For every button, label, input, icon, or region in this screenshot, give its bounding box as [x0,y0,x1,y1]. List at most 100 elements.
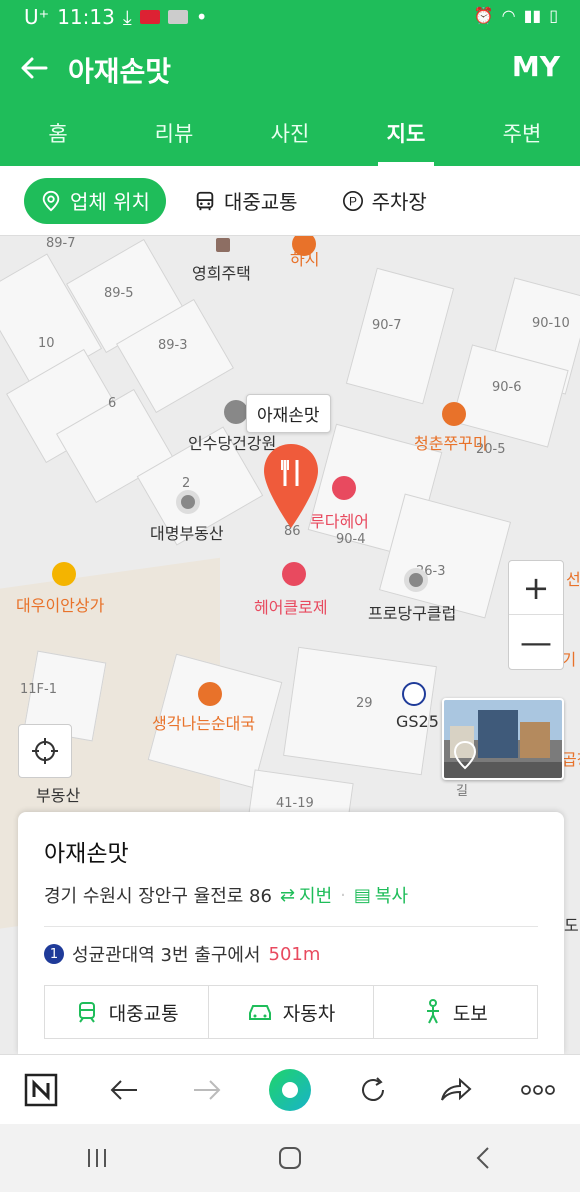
transit-chip-label: 대중교통 [223,190,298,214]
swap-icon: ⇄ [279,884,296,906]
crosshair-icon [32,738,58,764]
poi-edge[interactable]: 곱창 [562,746,580,770]
route-car-button[interactable]: 자동차 [208,986,372,1038]
refresh-icon [361,1076,384,1101]
locate-me-button[interactable] [18,724,72,778]
forward-arrow-icon [194,1079,221,1100]
app-notification-icon [139,10,160,24]
poi-daewooi[interactable]: 대우이안상가 [16,592,104,616]
address-text: 경기 수원시 장안구 율전로 86 [44,886,272,907]
app-notification-icon [167,10,188,24]
app-header: 아재손맛 MY [0,34,580,102]
route-buttons: 대중교통 자동차 도보 [44,985,538,1039]
share-icon [440,1077,472,1101]
gs25-poi-icon [402,682,426,706]
back-arrow-icon[interactable] [18,52,50,84]
carrier-label: U⁺ [24,5,50,29]
parking-icon: P [342,190,363,211]
walk-icon [426,999,439,1024]
poi-edge[interactable]: 도 [564,912,579,936]
lot-label: 89-7 [46,236,76,251]
browser-back-button[interactable] [100,1066,148,1114]
tab-review[interactable]: 리뷰 [116,102,232,166]
poi-busan[interactable]: 부동산 [36,782,80,806]
poi-gs25[interactable]: GS25 [396,712,439,731]
street-view-pin-icon [453,740,477,770]
more-menu-button[interactable] [514,1066,562,1114]
map-building [283,646,437,776]
naver-home-button[interactable] [17,1066,65,1114]
route-walk-button[interactable]: 도보 [372,986,537,1038]
poi-saenggak[interactable]: 생각나는순대국 [152,710,255,734]
lot-label: 41-19 [276,796,314,811]
subway-text: 성균관대역 3번 출구에서 [72,945,261,966]
wifi-icon: ◠ [501,6,516,25]
location-chip[interactable]: 업체 위치 [24,177,166,224]
street-view-thumbnail[interactable] [442,698,564,780]
parking-chip-label: 주차장 [371,190,427,214]
system-back-button[interactable] [453,1128,513,1188]
poi-pro-dang[interactable]: 프로당구클럽 [368,600,456,624]
copy-address-button[interactable]: ▤ 복사 [354,882,408,908]
tab-home[interactable]: 홈 [0,102,116,166]
transit-chip[interactable]: 대중교통 [178,178,314,224]
lot-label: 29 [356,696,373,711]
zoom-in-button[interactable]: + [509,561,563,615]
billiards-poi-icon [404,568,428,592]
home-button[interactable] [260,1128,320,1188]
route-transit-button[interactable]: 대중교통 [45,986,208,1038]
refresh-button[interactable] [349,1066,397,1114]
download-icon: ⤓ [122,5,132,29]
poi-hair-clo[interactable]: 헤어클로제 [254,594,328,618]
place-name: 아재손맛 [44,841,129,867]
system-nav-bar [0,1124,580,1192]
lot-label: 길 [456,784,468,799]
restaurant-poi-icon [442,402,466,426]
green-dot-button[interactable] [266,1066,314,1114]
more-dots-icon [521,1084,556,1095]
shopping-poi-icon [52,562,76,586]
browser-toolbar [0,1054,580,1124]
location-pin-icon [42,190,60,211]
svg-text:P: P [349,194,357,208]
parking-chip[interactable]: P 주차장 [326,178,443,224]
recents-icon [87,1149,106,1167]
divider [44,926,538,927]
zoom-out-button[interactable]: — [509,615,563,669]
poi-hasi[interactable]: 하시 [290,246,319,270]
browser-forward-button[interactable] [183,1066,231,1114]
place-marker-icon[interactable] [262,442,320,530]
tab-photo[interactable]: 사진 [232,102,348,166]
naver-n-icon [25,1073,58,1106]
jibun-label: 지번 [299,886,333,907]
lot-label: 11F-1 [20,682,57,697]
copy-label: 복사 [374,886,409,907]
train-icon [78,1002,95,1023]
restaurant-poi-icon [198,682,222,706]
separator-dot: · [340,884,346,906]
my-button[interactable]: MY [512,50,560,83]
lot-label: 90-7 [372,318,402,333]
route-walk-label: 도보 [452,1002,488,1025]
back-arrow-icon [110,1079,138,1100]
poi-daemyung[interactable]: 대명부동산 [150,520,224,544]
poi-younghee[interactable]: 영희주택 [192,260,251,284]
poi-chungchun[interactable]: 청춘쭈꾸미 [414,430,488,454]
lot-label: 90-6 [492,380,522,395]
tab-map[interactable]: 지도 [348,102,464,166]
subway-distance: 501m [268,943,321,965]
tab-nearby[interactable]: 주변 [464,102,580,166]
lot-label: 89-5 [104,286,134,301]
copy-icon: ▤ [353,884,371,906]
share-button[interactable] [432,1066,480,1114]
route-transit-label: 대중교통 [108,1002,179,1025]
salon-poi-icon [282,562,306,586]
lot-label: 10 [38,336,55,351]
page-title: 아재손맛 [68,55,172,88]
home-icon [278,1147,301,1169]
place-tooltip[interactable]: 아재손맛 [246,394,331,433]
jibun-toggle[interactable]: ⇄ 지번 [280,882,332,908]
recents-button[interactable] [67,1128,127,1188]
lot-label: 2 [182,476,191,491]
poi-edge[interactable]: 선 [566,566,580,590]
